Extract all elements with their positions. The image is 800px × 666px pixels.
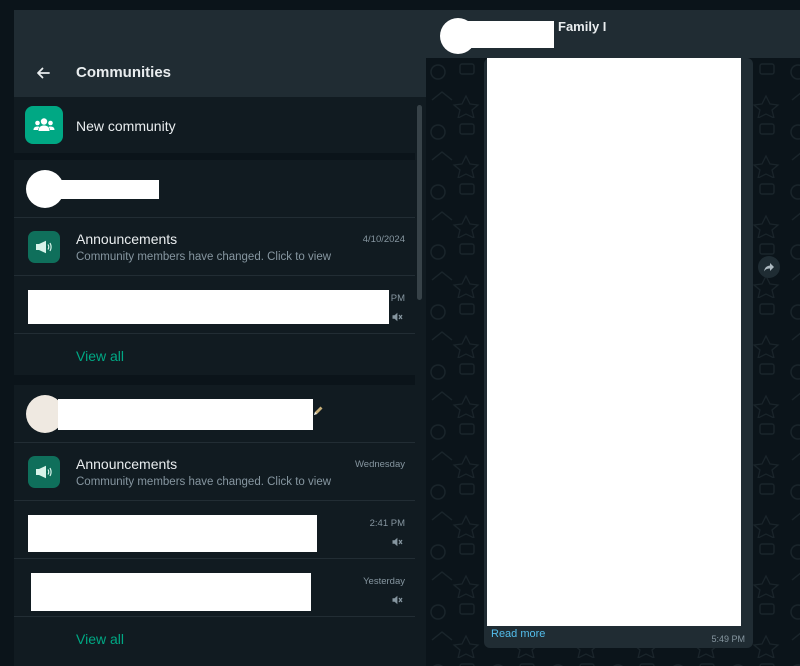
image-message-bubble[interactable]: Read more 5:49 PM — [484, 58, 753, 648]
message-image[interactable] — [487, 58, 741, 626]
new-community-button[interactable]: New community — [14, 97, 415, 153]
redacted-group-name — [28, 290, 389, 324]
group-time: PM — [390, 293, 405, 304]
communities-panel: Communities New community Announcements … — [14, 10, 426, 666]
announcement-icon — [28, 456, 60, 488]
redacted-group-name — [31, 573, 311, 611]
community-header-row[interactable] — [14, 160, 415, 218]
redacted-community-name — [58, 180, 159, 199]
group-row[interactable]: Yesterday — [14, 559, 415, 617]
community-card: Announcements Community members have cha… — [14, 160, 415, 375]
communities-header: Communities — [14, 10, 426, 97]
announcement-icon — [28, 231, 60, 263]
group-time: Yesterday — [363, 576, 405, 587]
chat-title: Family I — [558, 19, 607, 34]
announcement-subtitle: Community members have changed. Click to… — [76, 251, 332, 263]
page-title: Communities — [76, 64, 172, 81]
announcement-time: 4/10/2024 — [362, 234, 405, 245]
forward-icon — [764, 263, 774, 272]
view-all-link[interactable]: View all — [76, 348, 124, 364]
redacted-chat-name — [466, 21, 554, 48]
community-card: Announcements Community members have cha… — [14, 385, 415, 666]
announcements-row[interactable]: Announcements Community members have cha… — [14, 218, 415, 276]
community-icon — [25, 106, 63, 144]
communities-list: New community Announcements Community me… — [14, 97, 415, 666]
muted-icon — [392, 595, 403, 605]
redacted-group-name — [28, 515, 317, 552]
app-nav-strip — [0, 10, 14, 666]
announcement-title: Announcements — [76, 231, 178, 247]
megaphone-icon — [36, 465, 52, 479]
chat-header[interactable]: Family I — [426, 10, 800, 58]
redacted-community-name — [58, 399, 313, 430]
window-top-bar — [0, 0, 800, 10]
view-all-link[interactable]: View all — [76, 631, 124, 647]
group-row[interactable]: 2:41 PM — [14, 501, 415, 559]
announcements-row[interactable]: Announcements Community members have cha… — [14, 443, 415, 501]
list-scrollbar[interactable] — [417, 105, 422, 300]
arrow-left-icon — [37, 67, 50, 79]
community-header-row[interactable] — [14, 385, 415, 443]
read-more-link[interactable]: Read more — [491, 628, 545, 640]
chat-pane: Family I Read more 5:49 PM — [426, 10, 800, 666]
new-community-label: New community — [76, 118, 176, 134]
megaphone-icon — [36, 240, 52, 254]
message-time: 5:49 PM — [711, 634, 745, 644]
announcement-title: Announcements — [76, 456, 178, 472]
group-time: 2:41 PM — [369, 518, 405, 529]
muted-icon — [392, 312, 403, 322]
group-row[interactable]: PM — [14, 276, 415, 334]
forward-button[interactable] — [758, 256, 780, 278]
muted-icon — [392, 537, 403, 547]
announcement-time: Wednesday — [355, 459, 405, 470]
announcement-subtitle: Community members have changed. Click to… — [76, 476, 332, 488]
pencil-icon — [314, 406, 323, 415]
back-button[interactable] — [32, 62, 54, 84]
